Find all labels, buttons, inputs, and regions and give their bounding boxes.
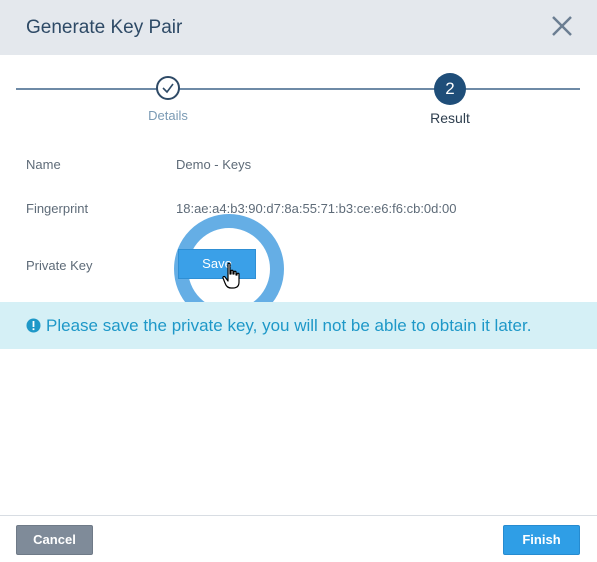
private-key-label: Private Key: [26, 258, 93, 273]
dialog-header: Generate Key Pair: [0, 0, 597, 55]
save-private-key-button[interactable]: Save: [178, 249, 256, 279]
fingerprint-label: Fingerprint: [26, 201, 89, 216]
step-details-indicator[interactable]: [156, 76, 180, 100]
step-result-indicator: 2: [434, 73, 466, 105]
stepper-line: [16, 88, 580, 90]
dialog-title: Generate Key Pair: [26, 17, 183, 38]
hand-cursor-icon: [222, 262, 242, 290]
warning-alert: Please save the private key, you will no…: [0, 302, 597, 349]
close-icon[interactable]: [547, 11, 577, 41]
name-label: Name: [26, 157, 61, 172]
finish-button[interactable]: Finish: [503, 525, 580, 555]
fingerprint-value: 18:ae:a4:b3:90:d7:8a:55:71:b3:ce:e6:f6:c…: [176, 201, 457, 216]
alert-message: Please save the private key, you will no…: [46, 316, 532, 335]
exclamation-circle-icon: [26, 318, 41, 333]
check-icon: [162, 83, 174, 94]
step-details-label[interactable]: Details: [128, 108, 208, 123]
cancel-button[interactable]: Cancel: [16, 525, 93, 555]
name-value: Demo - Keys: [176, 157, 252, 172]
step-result-label: Result: [430, 110, 470, 126]
footer-divider: [0, 515, 597, 516]
